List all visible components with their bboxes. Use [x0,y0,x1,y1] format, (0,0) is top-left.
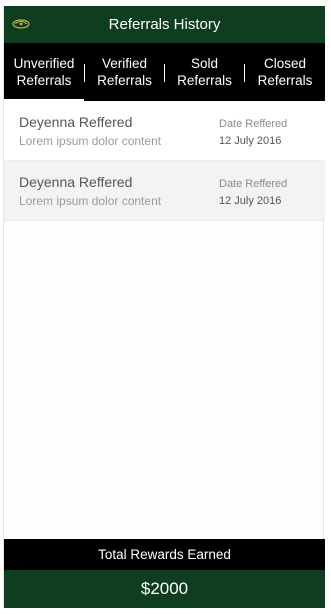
tab-label-line2: Referrals [97,73,152,88]
date-referred-label: Date Reffered [219,178,288,190]
date-referred-value: 12 July 2016 [219,135,282,147]
referral-tabs: Unverified Referrals Verified Referrals … [4,43,325,101]
app-header: Referrals History [4,6,325,43]
tab-label-line1: Unverified [13,56,75,71]
referral-description: Lorem ipsum dolor content [19,194,162,208]
tab-label-line2: Referrals [16,73,72,88]
referral-name: Deyenna Reffered [19,174,133,190]
total-rewards-label: Total Rewards Earned [4,539,325,570]
referral-list: Deyenna Reffered Lorem ipsum dolor conte… [4,101,325,221]
tab-label-line1: Verified [101,56,147,71]
tab-label-line2: Referrals [177,73,232,88]
tab-sold-referrals[interactable]: Sold Referrals [165,43,244,101]
tab-unverified-referrals[interactable]: Unverified Referrals [4,43,84,101]
tab-label-line2: Referrals [257,73,313,88]
tab-label-line1: Sold [190,56,218,71]
referral-name: Deyenna Reffered [19,114,133,130]
tab-label-line1: Closed [263,56,306,71]
app-frame: Referrals History Unverified Referrals V… [3,6,325,608]
date-referred-value: 12 July 2016 [219,195,282,207]
tab-closed-referrals[interactable]: Closed Referrals [245,43,325,101]
page-title: Referrals History [108,16,221,33]
referral-row[interactable]: Deyenna Reffered Lorem ipsum dolor conte… [4,161,325,221]
total-rewards-amount: $2000 [4,570,325,608]
date-referred-label: Date Reffered [219,118,288,130]
tab-verified-referrals[interactable]: Verified Referrals [85,43,164,101]
referral-description: Lorem ipsum dolor content [19,134,162,148]
referral-row[interactable]: Deyenna Reffered Lorem ipsum dolor conte… [4,101,325,161]
